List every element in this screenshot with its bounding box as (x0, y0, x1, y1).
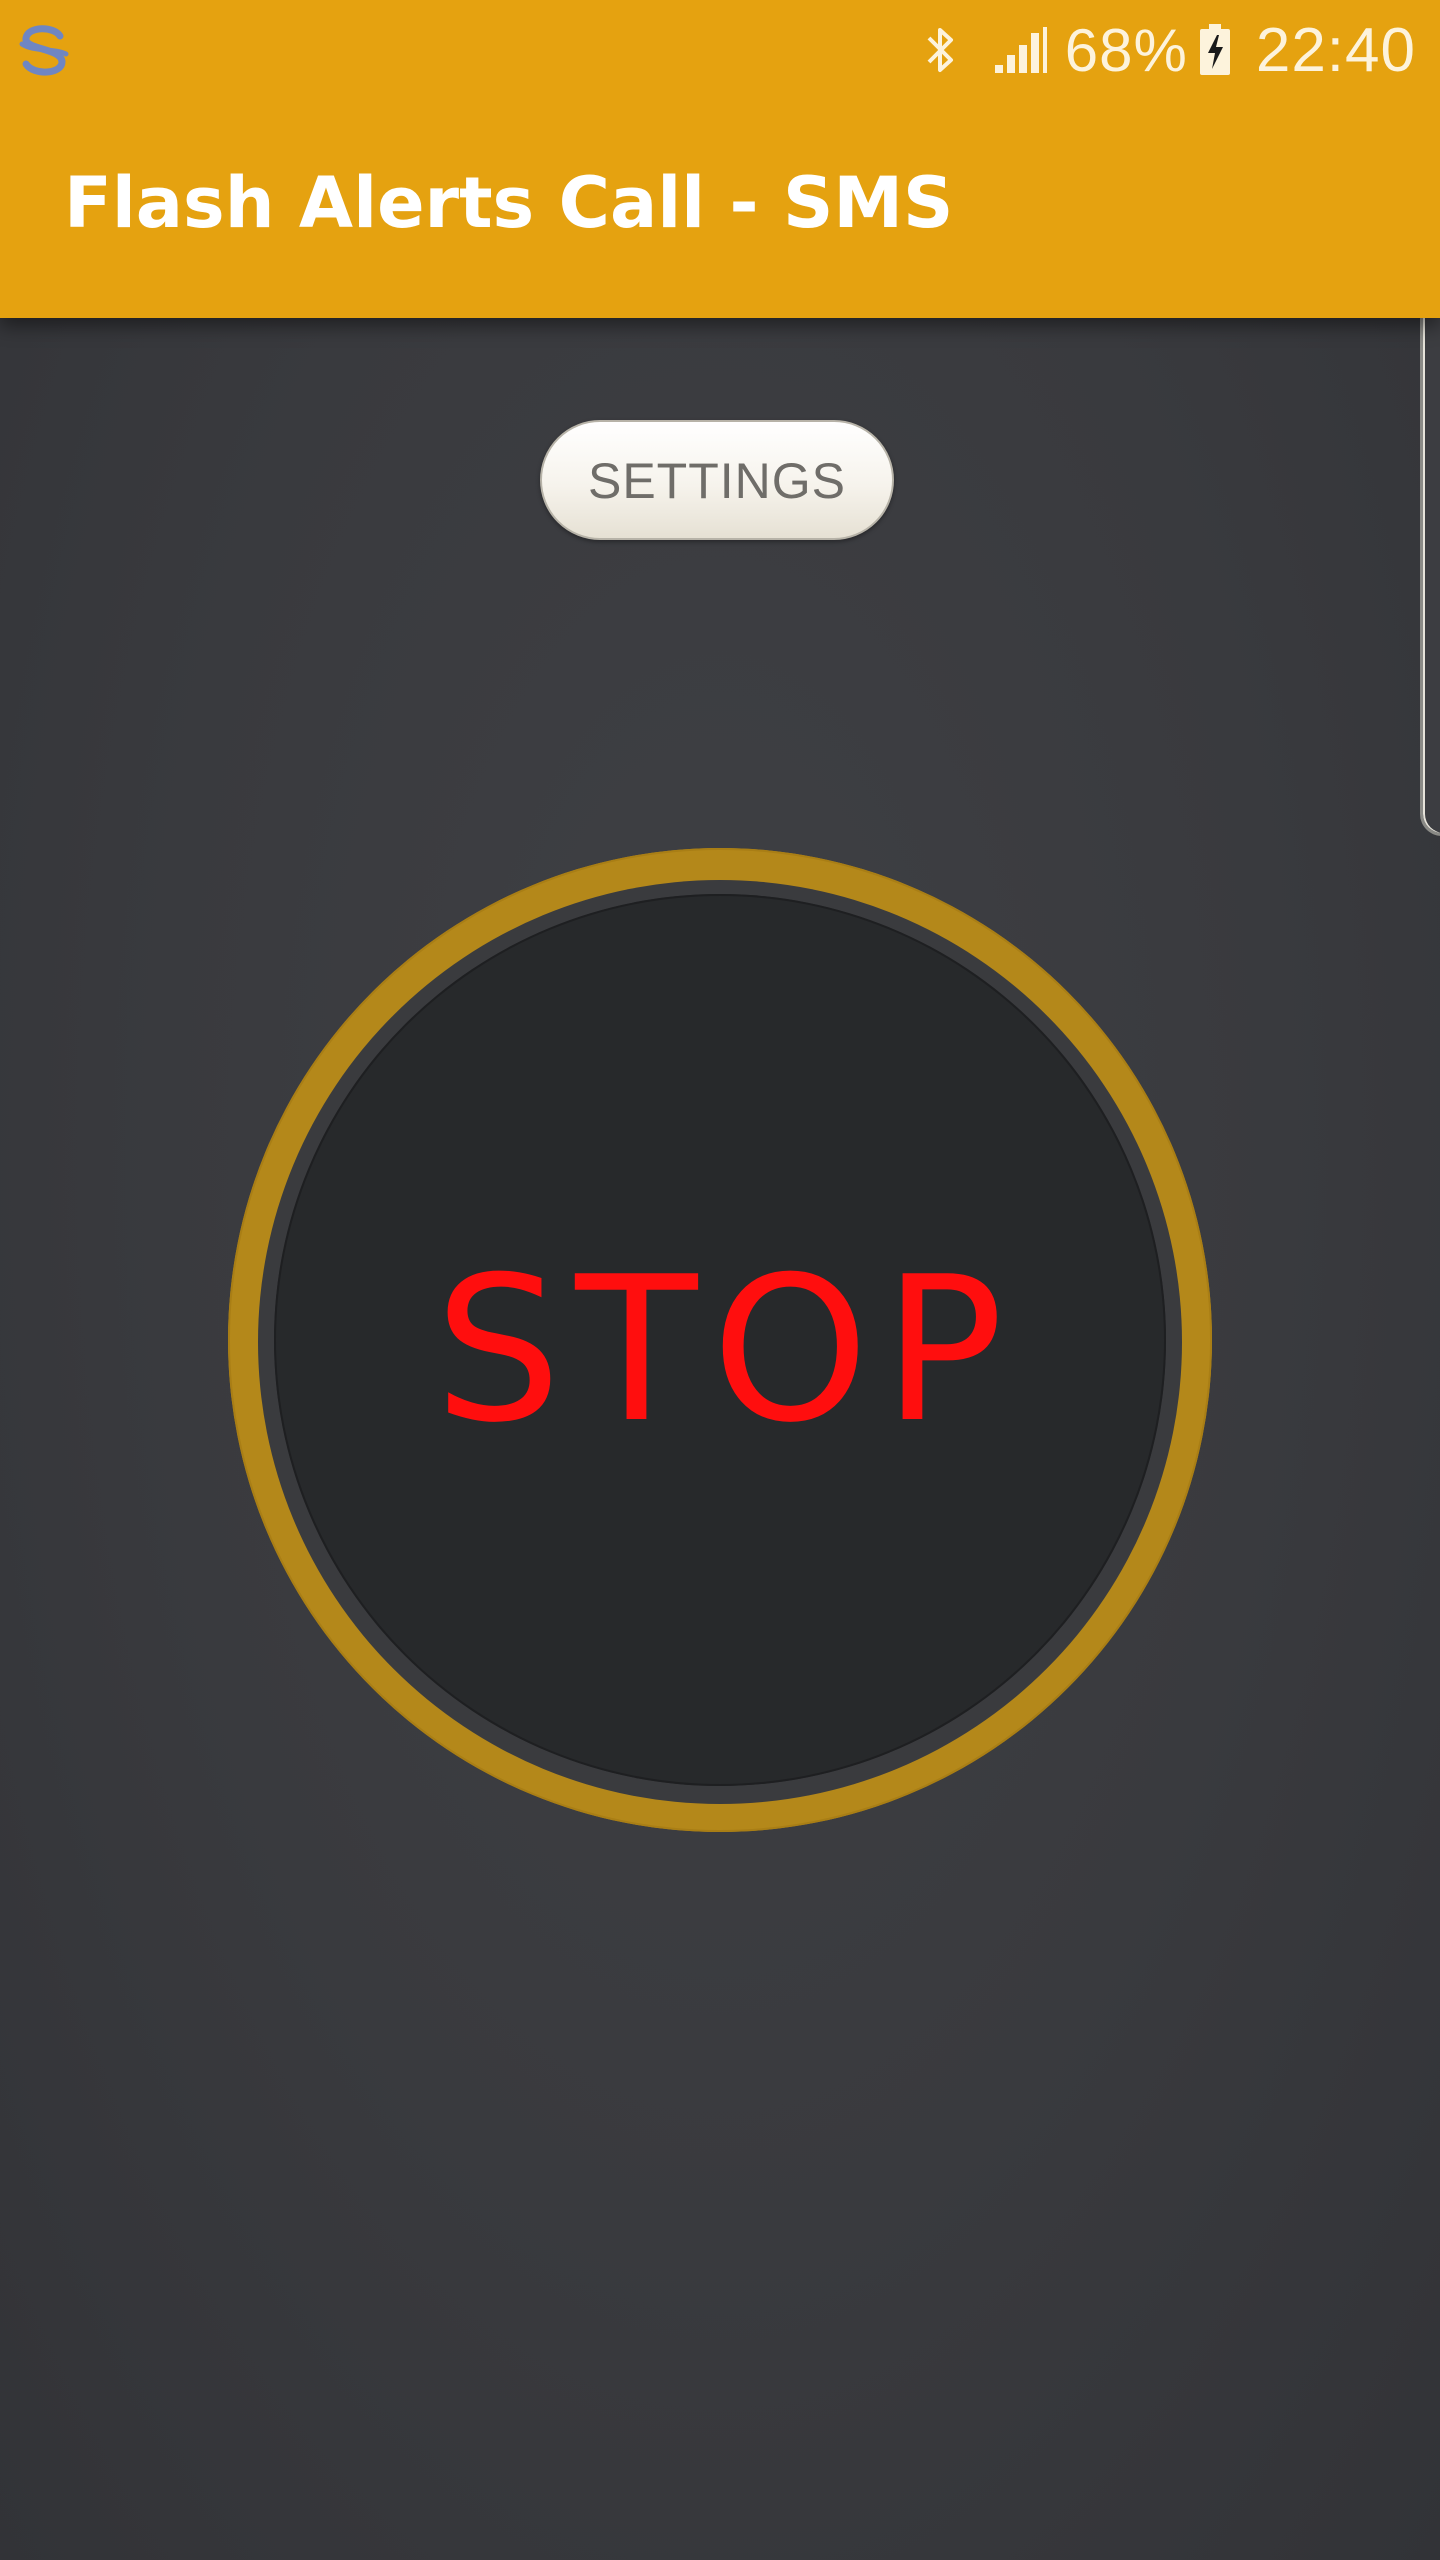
settings-button-label: SETTINGS (587, 453, 847, 509)
stop-button[interactable]: STOP (228, 848, 1212, 1832)
sync-s-icon (14, 20, 74, 80)
app-bar: 68% 22:40 Flash Alerts Call - SMS (0, 0, 1440, 318)
bluetooth-icon (923, 24, 959, 76)
status-icons: 68% 22:40 (923, 0, 1416, 100)
status-clock: 22:40 (1255, 15, 1416, 85)
settings-button[interactable]: SETTINGS (540, 420, 894, 540)
cell-signal-icon (993, 25, 1049, 75)
battery-charging-icon (1198, 23, 1232, 77)
stop-button-label: STOP (434, 1233, 1018, 1467)
stop-button-rim: STOP (258, 880, 1182, 1804)
app-title: Flash Alerts Call - SMS (64, 162, 954, 244)
status-bar: 68% 22:40 (0, 0, 1440, 100)
battery-percent: 68% (1064, 16, 1188, 84)
stop-button-face: STOP (274, 894, 1166, 1786)
edge-panel-handle[interactable] (1420, 256, 1440, 836)
app-screen: 68% 22:40 Flash Alerts Call - SMS SETTIN… (0, 0, 1440, 2560)
